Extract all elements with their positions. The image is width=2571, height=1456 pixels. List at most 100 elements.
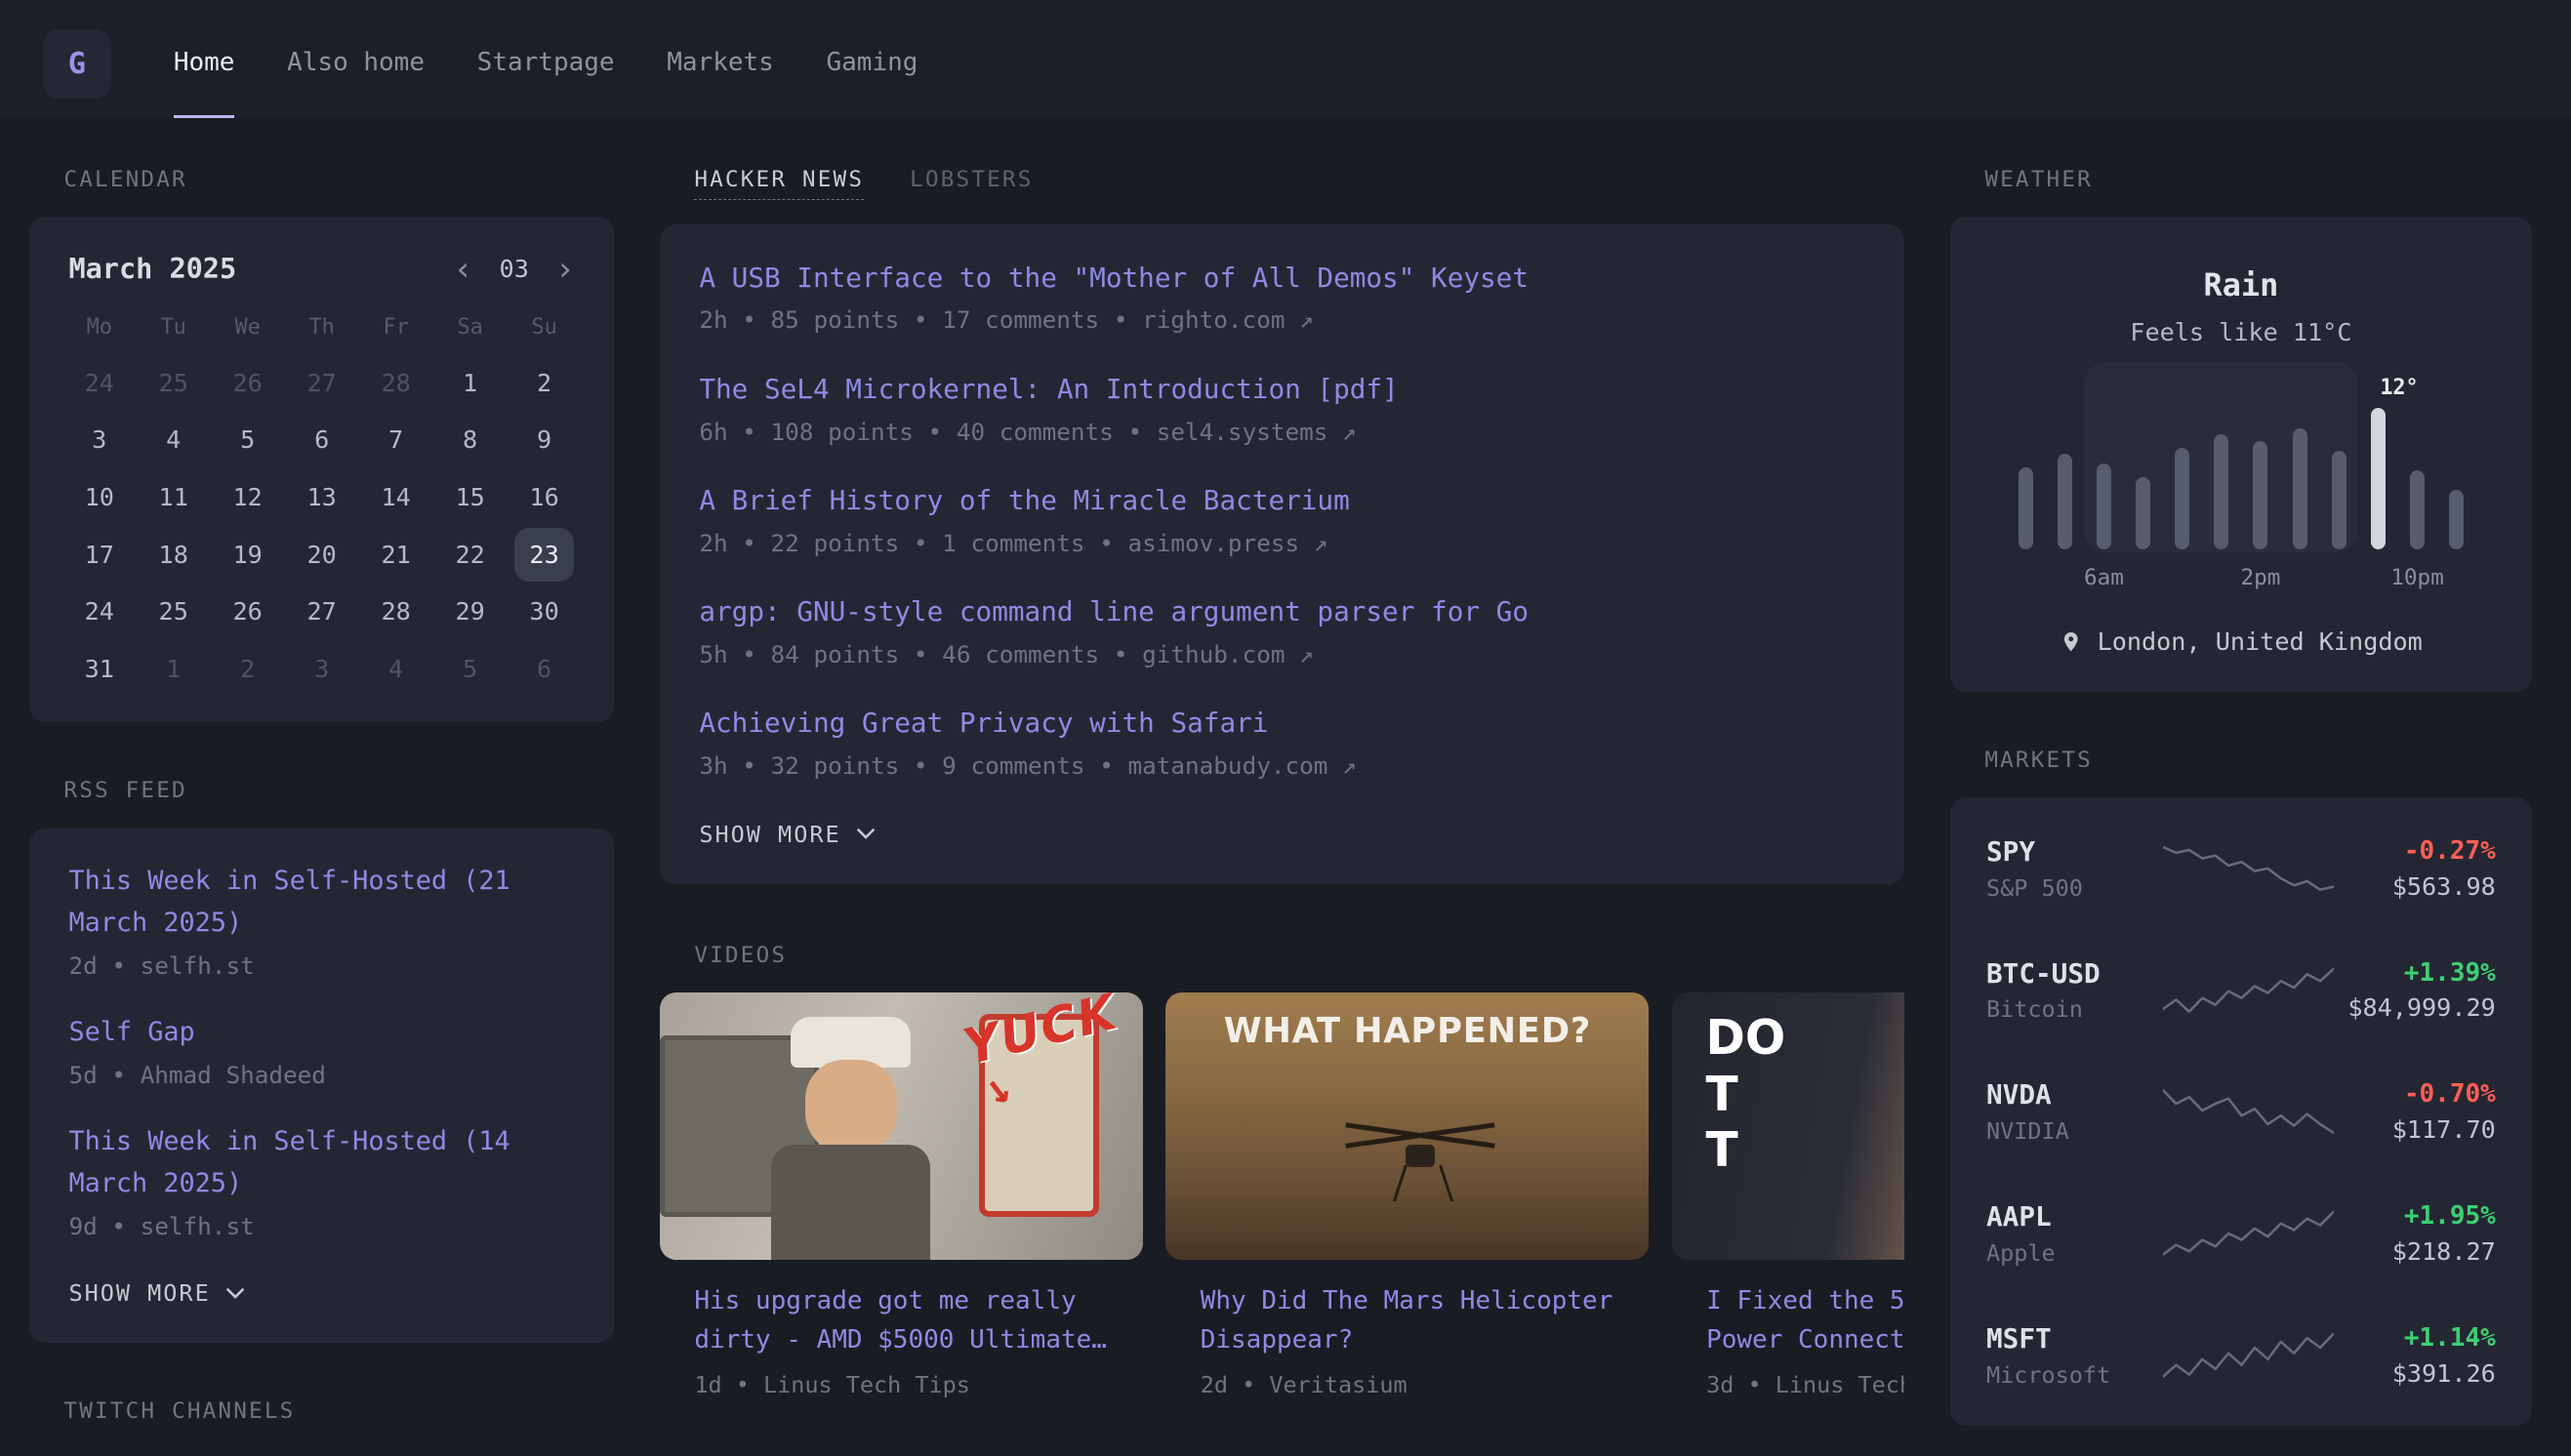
calendar-day[interactable]: 18 <box>144 528 203 582</box>
calendar-day[interactable]: 21 <box>366 528 425 582</box>
rss-item: This Week in Self-Hosted (21 March 2025)… <box>68 861 574 980</box>
rss-item-title[interactable]: This Week in Self-Hosted (14 March 2025) <box>68 1121 574 1205</box>
video-card[interactable]: YUCK ↘ His upgrade got me really dirty -… <box>660 992 1143 1398</box>
market-sparkline <box>2163 1085 2333 1138</box>
calendar-day[interactable]: 8 <box>440 413 499 466</box>
market-change: -0.27% <box>2334 836 2496 866</box>
calendar-day[interactable]: 12 <box>218 470 276 524</box>
calendar-day[interactable]: 31 <box>70 642 129 696</box>
calendar-next-icon[interactable]: › <box>555 253 575 286</box>
tab-lobsters[interactable]: LOBSTERS <box>910 167 1033 200</box>
video-title[interactable]: Why Did The Mars Helicopter Disappear? <box>1201 1281 1650 1360</box>
news-item-title[interactable]: Achieving Great Privacy with Safari <box>699 703 1865 744</box>
rss-show-more-button[interactable]: SHOW MORE <box>68 1274 245 1314</box>
weather-bar <box>2293 428 2307 549</box>
news-item-title[interactable]: A USB Interface to the "Mother of All De… <box>699 258 1865 299</box>
news-item-title[interactable]: A Brief History of the Miracle Bacterium <box>699 480 1865 521</box>
calendar-day[interactable]: 2 <box>514 356 573 410</box>
calendar-day[interactable]: 1 <box>440 356 499 410</box>
calendar-weekday: We <box>211 315 285 340</box>
calendar-day[interactable]: 3 <box>70 413 129 466</box>
calendar-day[interactable]: 29 <box>440 585 499 638</box>
video-thumbnail[interactable]: YUCK ↘ <box>660 992 1143 1259</box>
video-thumbnail[interactable]: WHAT HAPPENED? <box>1165 992 1649 1259</box>
calendar-day[interactable]: 5 <box>218 413 276 466</box>
nav-tab[interactable]: Also home <box>287 10 425 118</box>
calendar-day[interactable]: 13 <box>292 470 350 524</box>
calendar-day[interactable]: 27 <box>292 585 350 638</box>
nav-tab[interactable]: Home <box>174 10 235 118</box>
market-row[interactable]: BTC-USD Bitcoin +1.39% $84,999.29 <box>1986 929 2496 1051</box>
news-item-title[interactable]: argp: GNU-style command line argument pa… <box>699 591 1865 632</box>
video-title[interactable]: I Fixed the 5090 Power Connector… <box>1706 1281 1904 1360</box>
calendar-day[interactable]: 5 <box>440 642 499 696</box>
calendar-day[interactable]: 14 <box>366 470 425 524</box>
calendar-controls: ‹ 03 › <box>454 253 575 286</box>
rss-show-more-label: SHOW MORE <box>68 1279 210 1307</box>
location-pin-icon <box>2060 630 2082 653</box>
news-item-meta: 2h • 22 points • 1 comments • asimov.pre… <box>699 529 1865 557</box>
calendar-day[interactable]: 16 <box>514 470 573 524</box>
calendar-day[interactable]: 23 <box>514 528 573 582</box>
news-item: The SeL4 Microkernel: An Introduction [p… <box>699 369 1865 446</box>
rss-widget: This Week in Self-Hosted (21 March 2025)… <box>29 829 614 1344</box>
calendar-day[interactable]: 30 <box>514 585 573 638</box>
calendar-day[interactable]: 6 <box>292 413 350 466</box>
calendar-day[interactable]: 26 <box>218 356 276 410</box>
nav-tab[interactable]: Gaming <box>826 10 918 118</box>
calendar-day[interactable]: 20 <box>292 528 350 582</box>
calendar-day[interactable]: 9 <box>514 413 573 466</box>
calendar-day[interactable]: 19 <box>218 528 276 582</box>
calendar-day[interactable]: 28 <box>366 356 425 410</box>
calendar-day[interactable]: 25 <box>144 356 203 410</box>
thumbnail-body-shape <box>771 1145 930 1260</box>
calendar-widget: March 2025 ‹ 03 › MoTuWeThFrSaSu 2425262… <box>29 217 614 722</box>
video-meta: 2d • Veritasium <box>1201 1371 1650 1398</box>
weather-time-labels: 6am2pm10pm <box>2006 565 2476 598</box>
weather-bar-slot <box>2084 385 2123 549</box>
calendar-day[interactable]: 15 <box>440 470 499 524</box>
calendar-day[interactable]: 17 <box>70 528 129 582</box>
nav-tab[interactable]: Markets <box>667 10 774 118</box>
video-card[interactable]: DO T T I Fixed the 5090 Power Connector…… <box>1672 992 1904 1398</box>
calendar-day[interactable]: 11 <box>144 470 203 524</box>
market-row[interactable]: NVDA NVIDIA -0.70% $117.70 <box>1986 1051 2496 1173</box>
calendar-day[interactable]: 24 <box>70 585 129 638</box>
calendar-day[interactable]: 24 <box>70 356 129 410</box>
weather-bar-slot <box>2280 385 2319 549</box>
calendar-day[interactable]: 26 <box>218 585 276 638</box>
tab-hacker-news[interactable]: HACKER NEWS <box>694 167 864 200</box>
market-values-block: +1.39% $84,999.29 <box>2334 958 2496 1023</box>
video-card[interactable]: WHAT HAPPENED? Why Did The Mars Helicopt… <box>1165 992 1649 1398</box>
calendar-prev-icon[interactable]: ‹ <box>454 253 473 286</box>
news-item: argp: GNU-style command line argument pa… <box>699 591 1865 668</box>
rss-item-title[interactable]: Self Gap <box>68 1012 574 1054</box>
weather-time-label: 10pm <box>2390 565 2444 590</box>
calendar-day[interactable]: 2 <box>218 642 276 696</box>
weather-bar-slot <box>2202 385 2241 549</box>
calendar-day[interactable]: 22 <box>440 528 499 582</box>
video-meta: 3d • Linus Tech Tips <box>1706 1371 1904 1398</box>
calendar-day[interactable]: 4 <box>366 642 425 696</box>
calendar-day[interactable]: 6 <box>514 642 573 696</box>
calendar-day[interactable]: 7 <box>366 413 425 466</box>
news-show-more-button[interactable]: SHOW MORE <box>699 814 876 854</box>
nav-tab[interactable]: Startpage <box>477 10 615 118</box>
calendar-day[interactable]: 10 <box>70 470 129 524</box>
video-title[interactable]: His upgrade got me really dirty - AMD $5… <box>694 1281 1143 1360</box>
calendar-month-label: March 2025 <box>68 253 236 285</box>
calendar-day[interactable]: 1 <box>144 642 203 696</box>
calendar-weekday: Su <box>508 315 582 340</box>
calendar-day[interactable]: 3 <box>292 642 350 696</box>
calendar-day[interactable]: 4 <box>144 413 203 466</box>
market-row[interactable]: MSFT Microsoft +1.14% $391.26 <box>1986 1294 2496 1416</box>
market-row[interactable]: SPY S&P 500 -0.27% $563.98 <box>1986 807 2496 929</box>
news-item-title[interactable]: The SeL4 Microkernel: An Introduction [p… <box>699 369 1865 410</box>
video-thumbnail[interactable]: DO T T <box>1672 992 1904 1259</box>
calendar-day[interactable]: 25 <box>144 585 203 638</box>
rss-item-title[interactable]: This Week in Self-Hosted (21 March 2025) <box>68 861 574 945</box>
market-row[interactable]: AAPL Apple +1.95% $218.27 <box>1986 1173 2496 1295</box>
app-logo[interactable]: G <box>43 29 111 98</box>
calendar-day[interactable]: 27 <box>292 356 350 410</box>
calendar-day[interactable]: 28 <box>366 585 425 638</box>
